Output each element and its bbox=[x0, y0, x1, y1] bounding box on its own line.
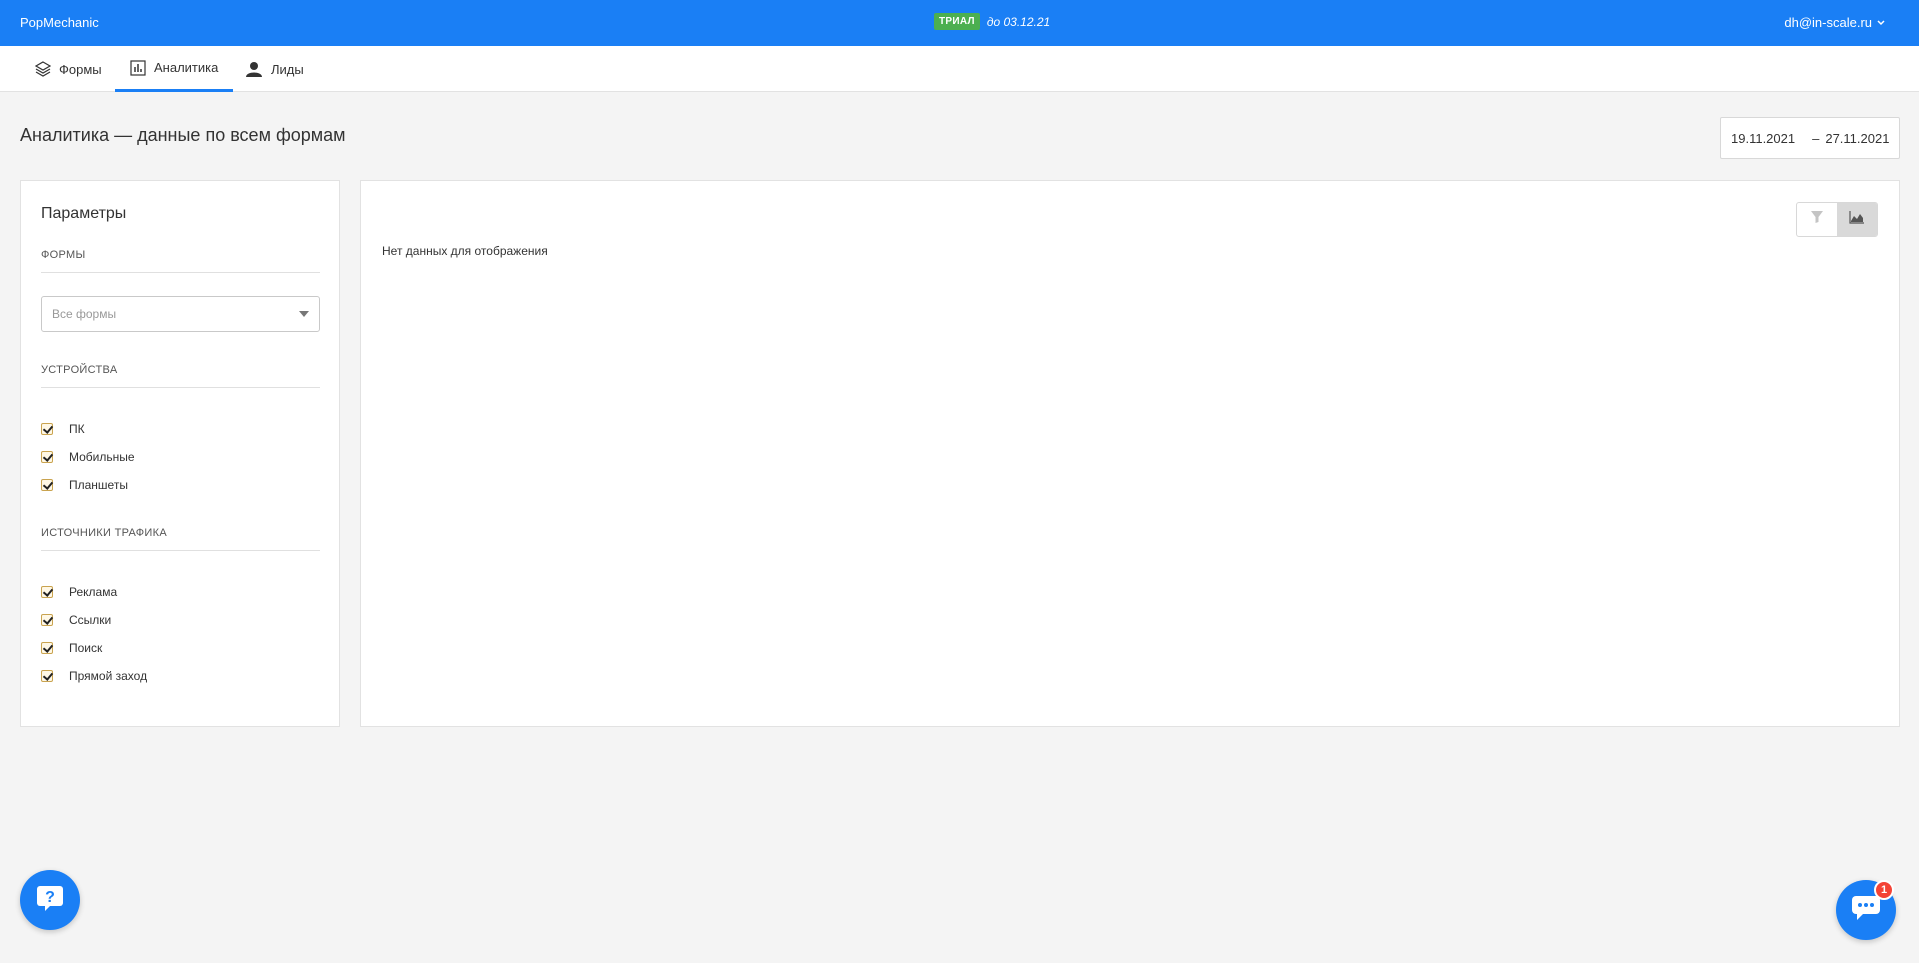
forms-heading: Формы bbox=[41, 249, 320, 273]
forms-select[interactable]: Все формы bbox=[41, 296, 320, 332]
checkbox[interactable] bbox=[41, 642, 53, 654]
forms-select-value: Все формы bbox=[52, 307, 117, 321]
tab-leads-label: Лиды bbox=[271, 61, 304, 77]
tab-analytics[interactable]: Аналитика bbox=[115, 46, 234, 92]
checkbox-label: Поиск bbox=[69, 641, 103, 655]
tab-forms[interactable]: Формы bbox=[20, 46, 117, 92]
layers-icon bbox=[35, 61, 51, 77]
traffic-heading: Источники трафика bbox=[41, 527, 320, 551]
checkbox-traffic-direct[interactable]: Прямой заход bbox=[41, 669, 147, 683]
checkbox[interactable] bbox=[41, 423, 53, 435]
filter-view-button[interactable] bbox=[1797, 203, 1837, 236]
parameters-title: Параметры bbox=[41, 205, 127, 222]
checkbox[interactable] bbox=[41, 451, 53, 463]
checkbox-device-pc[interactable]: ПК bbox=[41, 422, 85, 436]
checkbox-device-tablet[interactable]: Планшеты bbox=[41, 478, 128, 492]
question-icon: ? bbox=[35, 883, 65, 918]
devices-heading: Устройства bbox=[41, 364, 320, 388]
checkbox-label: Ссылки bbox=[69, 613, 112, 627]
tab-leads[interactable]: Лиды bbox=[230, 46, 319, 92]
checkbox-traffic-ads[interactable]: Реклама bbox=[41, 585, 117, 599]
analytics-panel: Нет данных для отображения bbox=[360, 180, 1900, 727]
checkbox-label: Прямой заход bbox=[69, 669, 148, 683]
tab-forms-label: Формы bbox=[59, 61, 102, 77]
brand-logo[interactable]: PopMechanic bbox=[20, 15, 99, 30]
caret-down-icon bbox=[299, 311, 309, 317]
trial-expiry-text: до 03.12.21 bbox=[986, 14, 1051, 29]
chart-icon bbox=[130, 59, 146, 76]
checkbox-label: ПК bbox=[69, 422, 85, 436]
top-bar: PopMechanic ТРИАЛ до 03.12.21 dh@in-scal… bbox=[0, 0, 1919, 46]
checkbox[interactable] bbox=[41, 614, 53, 626]
checkbox-label: Планшеты bbox=[69, 478, 128, 492]
no-data-message: Нет данных для отображения bbox=[382, 244, 548, 258]
chevron-down-icon bbox=[1877, 18, 1885, 28]
checkbox-traffic-links[interactable]: Ссылки bbox=[41, 613, 111, 627]
view-toggle bbox=[1796, 202, 1878, 237]
date-from: 19.11.2021 bbox=[1731, 130, 1796, 146]
date-range-picker[interactable]: 19.11.2021 – 27.11.2021 bbox=[1720, 117, 1900, 159]
user-email: dh@in-scale.ru bbox=[1784, 15, 1872, 30]
user-icon bbox=[245, 61, 263, 77]
checkbox-traffic-search[interactable]: Поиск bbox=[41, 641, 102, 655]
page-title: Аналитика — данные по всем формам bbox=[20, 125, 346, 145]
checkbox-label: Реклама bbox=[69, 585, 118, 599]
svg-text:?: ? bbox=[45, 889, 55, 906]
trial-info: ТРИАЛ до 03.12.21 bbox=[934, 13, 1050, 30]
parameters-panel: Параметры Формы Все формы Устройства ПК … bbox=[20, 180, 340, 727]
user-menu[interactable]: dh@in-scale.ru bbox=[1784, 15, 1885, 30]
chat-bubble-icon bbox=[1851, 894, 1881, 927]
area-chart-icon bbox=[1849, 210, 1865, 229]
chat-notification-badge: 1 bbox=[1874, 880, 1894, 900]
nav-tabs: Формы Аналитика Лиды bbox=[0, 46, 1919, 92]
chart-view-button[interactable] bbox=[1837, 203, 1877, 236]
checkbox[interactable] bbox=[41, 586, 53, 598]
checkbox[interactable] bbox=[41, 479, 53, 491]
help-button[interactable]: ? bbox=[20, 870, 80, 930]
date-to: 27.11.2021 bbox=[1825, 130, 1890, 146]
tab-analytics-label: Аналитика bbox=[154, 60, 219, 75]
checkbox-device-mobile[interactable]: Мобильные bbox=[41, 450, 135, 464]
trial-badge: ТРИАЛ bbox=[934, 13, 980, 30]
date-separator: – bbox=[1812, 130, 1820, 146]
filter-icon bbox=[1810, 210, 1824, 229]
checkbox-label: Мобильные bbox=[69, 450, 135, 464]
checkbox[interactable] bbox=[41, 670, 53, 682]
